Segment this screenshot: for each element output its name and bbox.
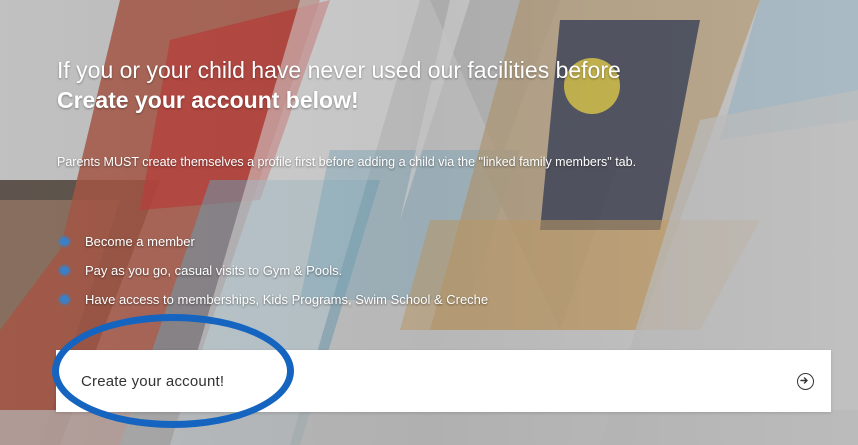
benefit-item-membership: Become a member (57, 232, 488, 261)
heading-call-to-action: Create your account below! (57, 87, 359, 113)
bullet-dot-icon (60, 295, 69, 304)
create-account-button[interactable]: Create your account! (56, 350, 831, 412)
arrow-right-circle-icon (797, 372, 814, 390)
benefit-label: Have access to memberships, Kids Program… (85, 292, 489, 307)
hero-panel: If you or your child have never used our… (0, 0, 858, 445)
create-account-label: Create your account! (81, 372, 225, 390)
parent-notice: Parents MUST create themselves a profile… (57, 155, 637, 169)
heading-intro: If you or your child have never used our… (57, 57, 621, 83)
bullet-dot-icon (60, 266, 69, 275)
benefit-label: Become a member (85, 234, 195, 249)
benefit-label: Pay as you go, casual visits to Gym & Po… (85, 263, 343, 278)
bullet-dot-icon (60, 237, 69, 246)
benefits-list: Become a member Pay as you go, casual vi… (57, 232, 488, 319)
page-heading: If you or your child have never used our… (57, 55, 621, 115)
benefit-item-casual-visits: Pay as you go, casual visits to Gym & Po… (57, 261, 488, 290)
benefit-item-programs: Have access to memberships, Kids Program… (57, 290, 488, 319)
